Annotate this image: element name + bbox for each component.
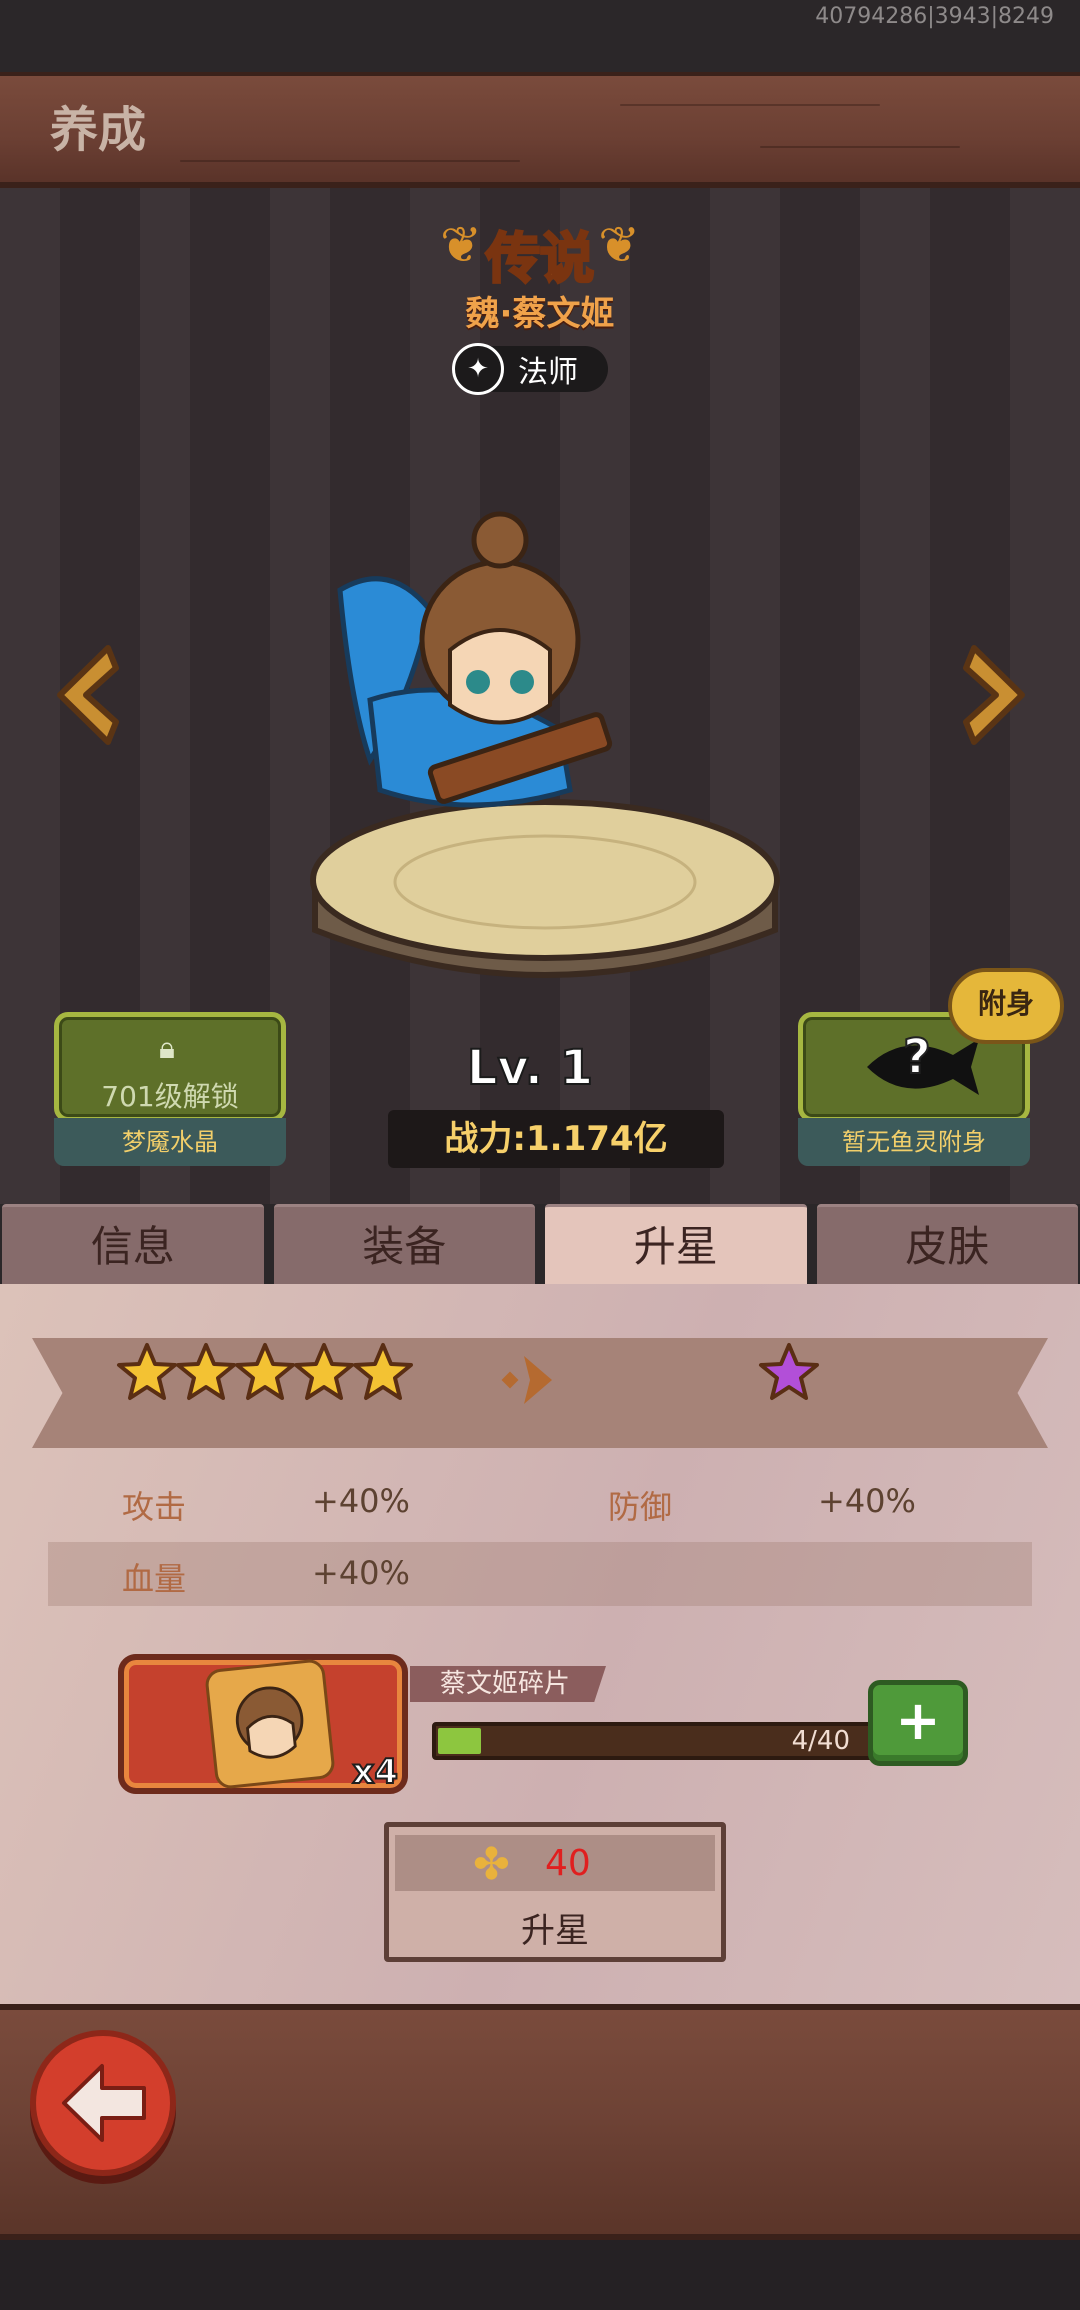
- tab-skins[interactable]: 皮肤: [816, 1204, 1078, 1284]
- next-star-icon: [758, 1342, 820, 1404]
- stat-row: 攻击 +40% 防御 +40%: [48, 1470, 1032, 1534]
- hero-shard-card[interactable]: x4: [118, 1654, 408, 1794]
- rarity-label: 传说: [485, 226, 596, 292]
- attach-badge[interactable]: 附身: [948, 968, 1064, 1044]
- stat-label-defense: 防御: [608, 1488, 673, 1526]
- fish-spirit-caption: 暂无鱼灵附身: [798, 1118, 1030, 1166]
- debug-id-text: 40794286|3943|8249: [815, 4, 1054, 29]
- star-up-cost: 40: [545, 1843, 591, 1884]
- hero-class-label: 法师: [518, 355, 578, 390]
- arrow-right-icon: [501, 1356, 552, 1404]
- tab-info[interactable]: 信息: [2, 1204, 264, 1284]
- wreath-right-icon: ❦: [598, 216, 640, 274]
- stat-label-hp: 血量: [122, 1560, 187, 1598]
- shard-name: 蔡文姬碎片: [410, 1666, 606, 1702]
- shard-progress-fill: [438, 1728, 481, 1754]
- prev-hero-arrow[interactable]: [46, 640, 126, 750]
- hero-name: 魏·蔡文姬: [465, 294, 615, 334]
- bottom-strip: [0, 2240, 1080, 2310]
- puzzle-piece-icon: ✤: [473, 1839, 510, 1890]
- stat-label-attack: 攻击: [122, 1488, 187, 1526]
- star-icon: [116, 1342, 178, 1404]
- next-hero-arrow[interactable]: [956, 640, 1036, 750]
- star-icon: [175, 1342, 237, 1404]
- star-up-button[interactable]: ✤ 40 升星: [384, 1822, 726, 1962]
- stat-value-attack: +40%: [312, 1482, 410, 1520]
- shard-progress-label: 4/40: [791, 1726, 850, 1756]
- stat-row: 血量 +40%: [48, 1542, 1032, 1606]
- stat-value-hp: +40%: [312, 1554, 410, 1592]
- mage-book-icon: ✦: [452, 343, 504, 395]
- shard-progress-bar: 4/40: [432, 1722, 874, 1760]
- tab-equipment[interactable]: 装备: [273, 1204, 535, 1284]
- tab-bar: 信息 装备 升星 皮肤: [0, 1204, 1080, 1284]
- rarity-badge: ❦ 传说 ❦: [440, 210, 640, 292]
- hero-character-art: [337, 511, 613, 808]
- hero-level: Lv. 1: [466, 1039, 594, 1097]
- stat-value-defense: +40%: [818, 1482, 916, 1520]
- star-upgrade-panel: 攻击 +40% 防御 +40% 血量 +40% x4 蔡文姬碎片 4/40 + …: [0, 1284, 1080, 2004]
- star-icon: [352, 1342, 414, 1404]
- combat-power: 战力:1.174亿: [388, 1110, 724, 1168]
- wreath-left-icon: ❦: [440, 216, 482, 274]
- nightmare-crystal-caption: 梦魇水晶: [54, 1118, 286, 1166]
- chevron-left-icon: [57, 645, 119, 745]
- star-up-label: 升星: [521, 1911, 589, 1951]
- hero-shard-portrait: [204, 1658, 336, 1790]
- star-icon: [234, 1342, 296, 1404]
- page-title: 养成: [50, 102, 147, 158]
- hero-class-pill: ✦ 法师: [452, 343, 608, 395]
- arrow-left-icon: [62, 2064, 146, 2142]
- back-button[interactable]: [30, 2030, 176, 2176]
- chevron-right-icon: [963, 645, 1025, 745]
- header-bar: 养成: [0, 72, 1080, 188]
- tab-star-up[interactable]: 升星: [545, 1204, 807, 1284]
- shard-count-badge: x4: [351, 1751, 399, 1793]
- star-icon: [293, 1342, 355, 1404]
- add-shards-button[interactable]: +: [868, 1680, 968, 1766]
